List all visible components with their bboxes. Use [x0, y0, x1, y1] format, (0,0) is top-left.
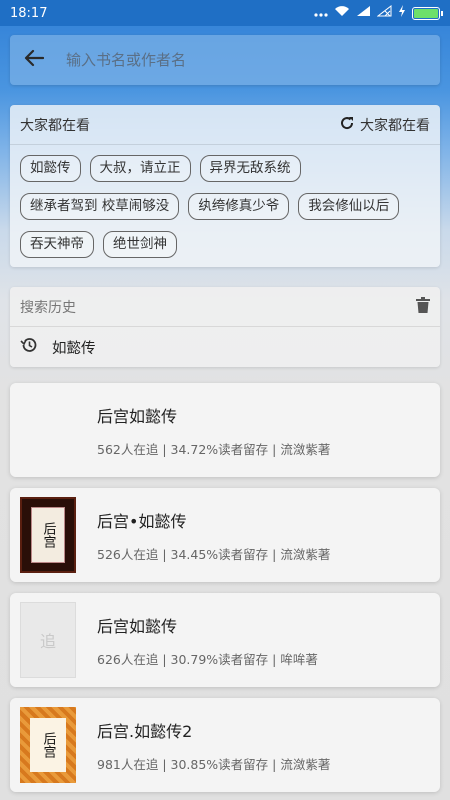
status-bar: 18:17 — [0, 0, 450, 26]
status-icons — [314, 4, 443, 21]
book-meta: 626人在追 | 30.79%读者留存 | 哞哞著 — [97, 651, 318, 667]
book-info: 后宫.如懿传2 981人在追 | 30.85%读者留存 | 流潋紫著 — [97, 718, 330, 773]
back-button[interactable] — [10, 35, 58, 85]
hot-header: 大家都在看 大家都在看 — [10, 105, 440, 145]
cover-text: 追 — [39, 632, 56, 651]
wifi-icon — [334, 5, 350, 21]
book-cover — [20, 392, 76, 468]
refresh-icon — [339, 115, 355, 135]
search-history: 搜索历史 如懿传 — [10, 287, 440, 367]
battery-icon — [412, 6, 443, 20]
book-cover: 后宫 — [20, 707, 76, 783]
signal-icon — [356, 5, 371, 21]
trash-icon[interactable] — [416, 296, 430, 317]
refresh-label: 大家都在看 — [360, 117, 430, 134]
book-cover: 追 — [20, 602, 76, 678]
search-input[interactable] — [58, 40, 440, 80]
book-info: 后宫如懿传 562人在追 | 34.72%读者留存 | 流潋紫著 — [97, 403, 330, 458]
hot-tag[interactable]: 大叔，请立正 — [89, 155, 191, 182]
history-icon — [20, 336, 38, 358]
book-info: 后宫如懿传 626人在追 | 30.79%读者留存 | 哞哞著 — [97, 613, 318, 668]
hot-tag[interactable]: 异界无敌系统 — [199, 155, 301, 182]
book-result[interactable]: 后宫如懿传 562人在追 | 34.72%读者留存 | 流潋紫著 — [10, 383, 440, 477]
book-result[interactable]: 后宫 后宫.如懿传2 981人在追 | 30.85%读者留存 | 流潋紫著 — [10, 698, 440, 792]
signal-off-icon — [376, 4, 392, 21]
arrow-left-icon — [24, 49, 45, 71]
book-result[interactable]: 后宫 后宫•如懿传 526人在追 | 34.45%读者留存 | 流潋紫著 — [10, 488, 440, 582]
book-info: 后宫•如懿传 526人在追 | 34.45%读者留存 | 流潋紫著 — [97, 508, 330, 563]
hot-tag[interactable]: 继承者驾到 校草闹够没 — [20, 193, 180, 220]
hot-tag[interactable]: 吞天神帝 — [20, 231, 94, 258]
book-title: 后宫•如懿传 — [97, 511, 187, 531]
book-cover: 后宫 — [20, 497, 76, 573]
more-dots-icon — [314, 6, 328, 21]
hot-tags: 如懿传 大叔，请立正 异界无敌系统 继承者驾到 校草闹够没 纨绔修真少爷 我会修… — [10, 145, 440, 258]
hot-tag[interactable]: 我会修仙以后 — [298, 193, 400, 220]
history-header: 搜索历史 — [10, 287, 440, 327]
history-item-label: 如懿传 — [52, 340, 96, 357]
cover-text: 后宫 — [40, 522, 56, 548]
book-title: 后宫如懿传 — [97, 616, 178, 636]
history-item[interactable]: 如懿传 — [10, 327, 440, 367]
book-title: 后宫.如懿传2 — [97, 721, 193, 741]
hot-tag[interactable]: 如懿传 — [20, 155, 81, 182]
book-meta: 981人在追 | 30.85%读者留存 | 流潋紫著 — [97, 756, 331, 772]
book-result[interactable]: 追 后宫如懿传 626人在追 | 30.79%读者留存 | 哞哞著 — [10, 593, 440, 687]
search-bar — [10, 35, 440, 85]
cover-text: 后宫 — [40, 732, 56, 758]
book-meta: 562人在追 | 34.72%读者留存 | 流潋紫著 — [97, 441, 331, 457]
hot-tag[interactable]: 绝世剑神 — [103, 231, 177, 258]
status-time: 18:17 — [10, 5, 48, 21]
refresh-button[interactable]: 大家都在看 — [339, 115, 430, 135]
book-meta: 526人在追 | 34.45%读者留存 | 流潋紫著 — [97, 546, 331, 562]
hot-section: 大家都在看 大家都在看 如懿传 大叔，请立正 异界无敌系统 继承者驾到 校草闹够… — [10, 105, 440, 267]
hot-title: 大家都在看 — [20, 117, 90, 134]
hot-tag[interactable]: 纨绔修真少爷 — [188, 193, 290, 220]
history-title: 搜索历史 — [20, 299, 76, 316]
book-title: 后宫如懿传 — [97, 406, 178, 426]
charging-icon — [398, 5, 406, 21]
